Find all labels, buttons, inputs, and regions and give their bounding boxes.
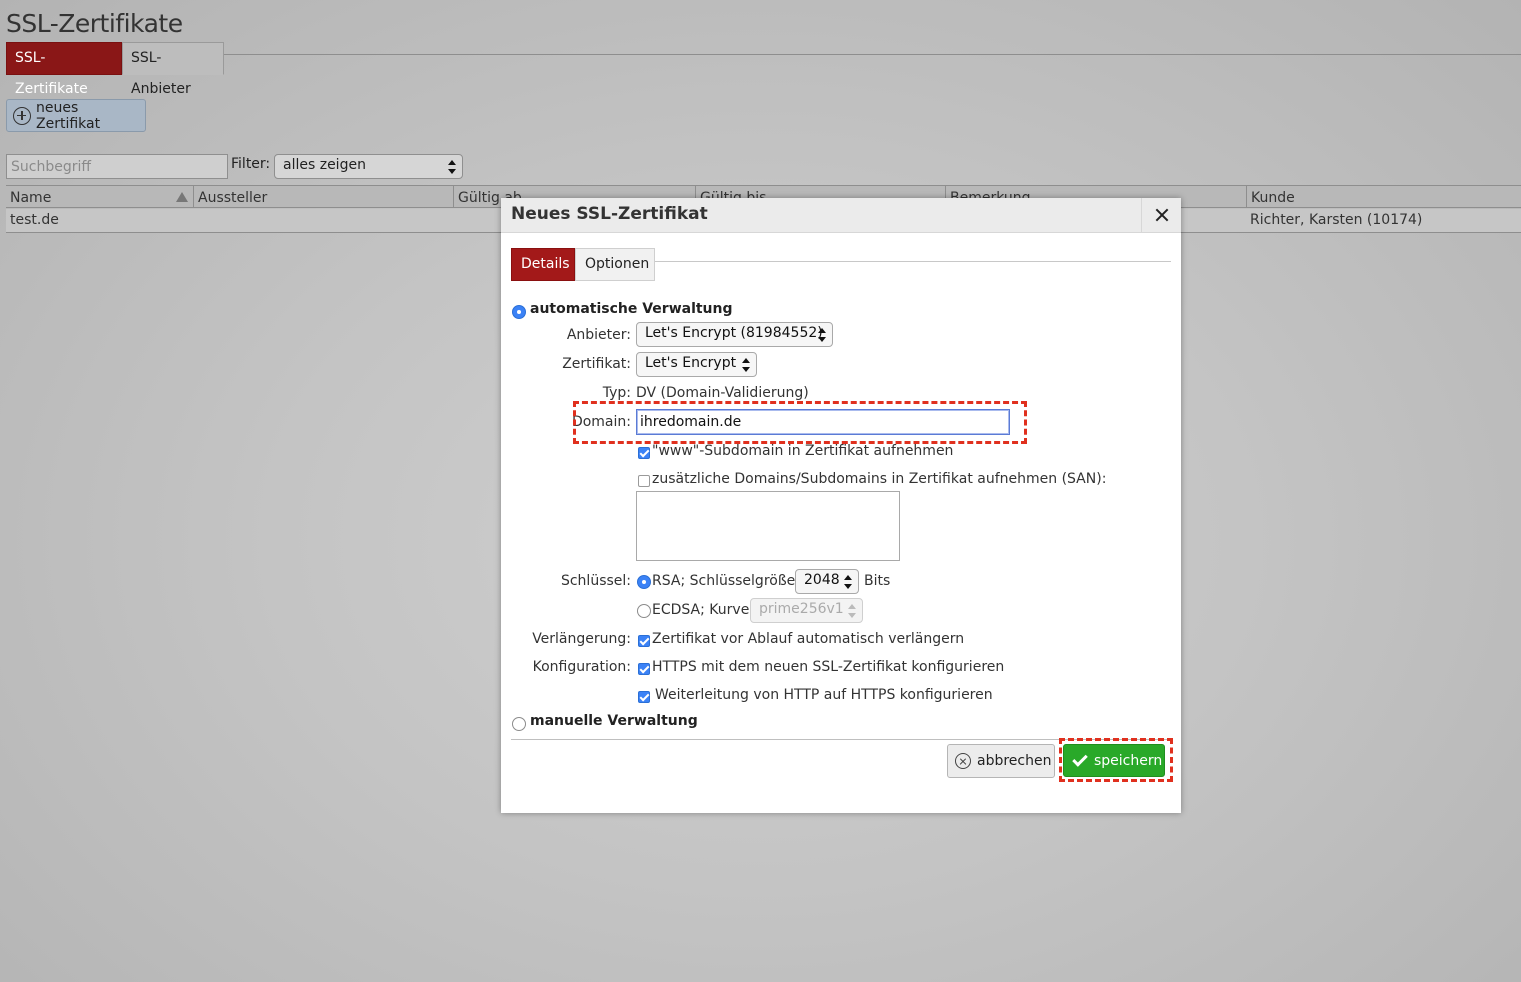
rsa-label: RSA; Schlüsselgröße: xyxy=(652,573,800,589)
new-certificate-button[interactable]: neues Zertifikat xyxy=(6,99,146,132)
checkmark-icon xyxy=(1072,750,1088,767)
ecdsa-label: ECDSA; Kurve: xyxy=(652,602,755,618)
ecdsa-radio[interactable] xyxy=(637,604,651,618)
typ-label: Typ: xyxy=(602,385,631,401)
verlaengerung-label: Verlängerung: xyxy=(532,631,631,647)
anbieter-select[interactable]: Let's Encrypt (81984552) xyxy=(636,322,833,347)
ecdsa-curve-value: prime256v1 xyxy=(759,601,844,617)
cancel-label: abbrechen xyxy=(977,753,1052,769)
select-arrows-icon xyxy=(448,159,456,174)
save-label: speichern xyxy=(1094,752,1163,769)
konfiguration-label: Konfiguration: xyxy=(532,659,631,675)
sort-ascending-icon[interactable] xyxy=(176,192,188,202)
domain-label: Domain: xyxy=(571,414,631,430)
www-subdomain-label: "www"-Subdomain in Zertifikat aufnehmen xyxy=(652,443,954,459)
tab-details[interactable]: Details xyxy=(511,248,575,281)
tab-ssl-zertifikate[interactable]: SSL-Zertifikate xyxy=(6,42,122,97)
san-label: zusätzliche Domains/Subdomains in Zertif… xyxy=(652,471,1107,487)
domain-input[interactable] xyxy=(636,409,1010,435)
search-input[interactable] xyxy=(6,154,228,179)
auto-management-label: automatische Verwaltung xyxy=(530,301,733,317)
dialog-footer-divider xyxy=(511,739,1171,740)
column-header-name[interactable]: Name xyxy=(6,188,51,208)
ecdsa-curve-select[interactable]: prime256v1 xyxy=(750,598,863,623)
column-header-kunde[interactable]: Kunde xyxy=(1247,188,1295,208)
zertifikat-select[interactable]: Let's Encrypt xyxy=(636,352,757,377)
rsa-radio[interactable] xyxy=(637,575,651,589)
anbieter-select-value: Let's Encrypt (81984552) xyxy=(645,325,823,341)
save-button[interactable]: speichern xyxy=(1063,744,1165,777)
tabs-divider xyxy=(6,54,1521,55)
dialog-title: Neues SSL-Zertifikat xyxy=(511,204,708,224)
page-title: SSL-Zertifikate xyxy=(6,9,183,38)
san-checkbox[interactable] xyxy=(638,475,650,487)
anbieter-label: Anbieter: xyxy=(566,327,631,343)
https-config-checkbox[interactable] xyxy=(638,663,650,675)
select-arrows-icon xyxy=(848,603,856,618)
dialog-titlebar: Neues SSL-Zertifikat xyxy=(501,198,1181,233)
filter-select[interactable]: alles zeigen xyxy=(274,154,463,179)
close-icon[interactable] xyxy=(1141,198,1181,233)
cell-kunde: Richter, Karsten (10174) xyxy=(1250,212,1423,228)
new-certificate-label: neues Zertifikat xyxy=(36,99,101,132)
tab-ssl-anbieter[interactable]: SSL-Anbieter xyxy=(122,42,224,97)
san-textarea[interactable] xyxy=(636,491,900,561)
rsa-size-select[interactable]: 2048 xyxy=(795,569,859,594)
tab-optionen[interactable]: Optionen xyxy=(575,248,655,281)
manual-management-radio[interactable] xyxy=(512,717,526,731)
auto-renew-checkbox[interactable] xyxy=(638,635,650,647)
select-arrows-icon xyxy=(742,357,750,372)
zertifikat-select-value: Let's Encrypt xyxy=(645,355,737,371)
plus-circle-icon xyxy=(13,106,31,125)
www-subdomain-checkbox[interactable] xyxy=(638,447,650,459)
rsa-size-value: 2048 xyxy=(804,572,840,588)
auto-renew-label: Zertifikat vor Ablauf automatisch verlän… xyxy=(652,631,965,647)
redirect-checkbox[interactable] xyxy=(638,691,650,703)
filter-label: Filter: xyxy=(231,156,271,172)
column-header-aussteller[interactable]: Aussteller xyxy=(194,188,267,208)
cancel-circle-icon xyxy=(955,753,971,769)
cell-name: test.de xyxy=(10,212,59,228)
new-certificate-dialog: Neues SSL-Zertifikat Details Optionen au… xyxy=(501,198,1181,813)
select-arrows-icon xyxy=(844,574,852,589)
zertifikat-label: Zertifikat: xyxy=(562,356,631,372)
https-config-label: HTTPS mit dem neuen SSL-Zertifikat konfi… xyxy=(652,659,1005,675)
auto-management-radio[interactable] xyxy=(512,305,526,319)
typ-value: DV (Domain-Validierung) xyxy=(636,385,809,401)
select-arrows-icon xyxy=(818,327,826,342)
manual-management-label: manuelle Verwaltung xyxy=(530,713,698,729)
bits-label: Bits xyxy=(864,573,891,589)
schluessel-label: Schlüssel: xyxy=(560,573,631,589)
filter-select-value: alles zeigen xyxy=(283,157,366,173)
redirect-label: Weiterleitung von HTTP auf HTTPS konfigu… xyxy=(655,687,993,703)
cancel-button[interactable]: abbrechen xyxy=(947,744,1055,778)
